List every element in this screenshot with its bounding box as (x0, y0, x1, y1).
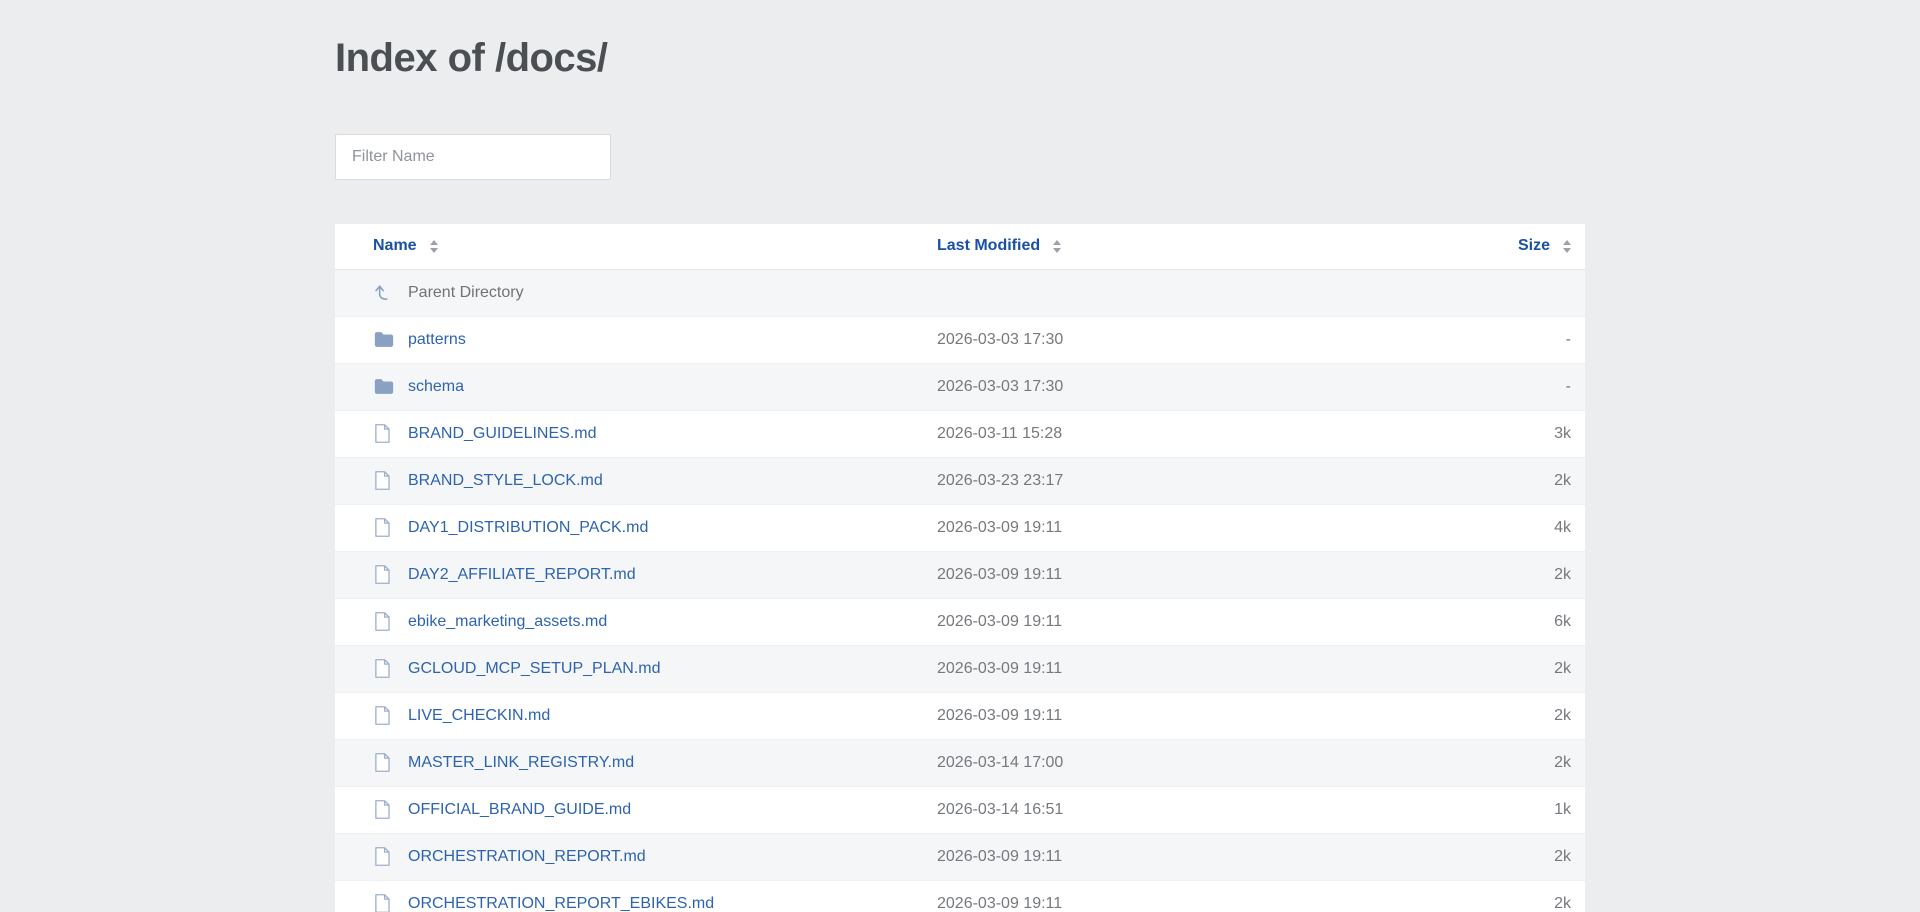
filter-row (335, 134, 1585, 180)
modified-date: 2026-03-23 23:17 (937, 457, 1407, 504)
column-header-size-label: Size (1518, 237, 1550, 255)
content-container: Index of /docs/ Name (335, 0, 1585, 912)
modified-date: 2026-03-09 19:11 (937, 645, 1407, 692)
filter-name-input[interactable] (335, 134, 611, 180)
file-link[interactable]: ORCHESTRATION_REPORT_EBIKES.md (408, 895, 714, 912)
column-header-last-modified[interactable]: Last Modified (937, 224, 1407, 269)
modified-date: 2026-03-14 16:51 (937, 786, 1407, 833)
file-size: 2k (1407, 880, 1585, 912)
sort-icon (430, 240, 438, 253)
table-row: DAY2_AFFILIATE_REPORT.md 2026-03-09 19:1… (335, 551, 1585, 598)
file-table: Name Last Modified Siz (335, 224, 1585, 912)
modified-date: 2026-03-11 15:28 (937, 410, 1407, 457)
file-link[interactable]: MASTER_LINK_REGISTRY.md (408, 754, 634, 772)
parent-directory-row[interactable]: Parent Directory (335, 269, 1585, 316)
folder-icon (373, 377, 397, 396)
file-icon (373, 658, 397, 679)
file-icon (373, 564, 397, 585)
file-size: 2k (1407, 692, 1585, 739)
file-size: 3k (1407, 410, 1585, 457)
file-size: 4k (1407, 504, 1585, 551)
table-row: BRAND_STYLE_LOCK.md 2026-03-23 23:17 2k (335, 457, 1585, 504)
file-link[interactable]: BRAND_STYLE_LOCK.md (408, 472, 603, 490)
page-title: Index of /docs/ (335, 34, 1585, 82)
parent-directory-label: Parent Directory (408, 284, 524, 302)
file-link[interactable]: LIVE_CHECKIN.md (408, 707, 550, 725)
modified-date: 2026-03-09 19:11 (937, 692, 1407, 739)
modified-date: 2026-03-09 19:11 (937, 504, 1407, 551)
table-row: LIVE_CHECKIN.md 2026-03-09 19:11 2k (335, 692, 1585, 739)
directory-index-page: Index of /docs/ Name (0, 0, 1920, 912)
sort-icon (1053, 240, 1061, 253)
file-size: 6k (1407, 598, 1585, 645)
table-row: ORCHESTRATION_REPORT.md 2026-03-09 19:11… (335, 833, 1585, 880)
modified-date: 2026-03-14 17:00 (937, 739, 1407, 786)
file-size: 2k (1407, 739, 1585, 786)
file-table-container: Name Last Modified Siz (335, 224, 1585, 912)
modified-date: 2026-03-09 19:11 (937, 598, 1407, 645)
table-row: ORCHESTRATION_REPORT_EBIKES.md 2026-03-0… (335, 880, 1585, 912)
table-row: GCLOUD_MCP_SETUP_PLAN.md 2026-03-09 19:1… (335, 645, 1585, 692)
table-header-row: Name Last Modified Siz (335, 224, 1585, 269)
modified-date: 2026-03-09 19:11 (937, 551, 1407, 598)
level-up-icon (373, 283, 397, 302)
file-icon (373, 799, 397, 820)
file-icon (373, 611, 397, 632)
folder-icon (373, 330, 397, 349)
column-header-name-label: Name (373, 237, 417, 255)
file-link[interactable]: DAY2_AFFILIATE_REPORT.md (408, 566, 636, 584)
modified-date: 2026-03-03 17:30 (937, 363, 1407, 410)
file-link[interactable]: ORCHESTRATION_REPORT.md (408, 848, 646, 866)
file-icon (373, 517, 397, 538)
table-row: OFFICIAL_BRAND_GUIDE.md 2026-03-14 16:51… (335, 786, 1585, 833)
file-link[interactable]: patterns (408, 331, 466, 349)
file-size (1407, 269, 1585, 316)
file-icon (373, 893, 397, 912)
table-row: MASTER_LINK_REGISTRY.md 2026-03-14 17:00… (335, 739, 1585, 786)
table-row: ebike_marketing_assets.md 2026-03-09 19:… (335, 598, 1585, 645)
file-size: 2k (1407, 645, 1585, 692)
table-row: schema 2026-03-03 17:30 - (335, 363, 1585, 410)
modified-date: 2026-03-03 17:30 (937, 316, 1407, 363)
modified-date: 2026-03-09 19:11 (937, 833, 1407, 880)
file-icon (373, 752, 397, 773)
file-size: 2k (1407, 551, 1585, 598)
file-list: Parent Directory (335, 269, 1585, 912)
column-header-last-modified-label: Last Modified (937, 237, 1040, 255)
file-link[interactable]: ebike_marketing_assets.md (408, 613, 607, 631)
file-link[interactable]: GCLOUD_MCP_SETUP_PLAN.md (408, 660, 661, 678)
file-size: 2k (1407, 457, 1585, 504)
table-row: DAY1_DISTRIBUTION_PACK.md 2026-03-09 19:… (335, 504, 1585, 551)
file-link[interactable]: DAY1_DISTRIBUTION_PACK.md (408, 519, 648, 537)
file-icon (373, 705, 397, 726)
file-size: 2k (1407, 833, 1585, 880)
file-link[interactable]: OFFICIAL_BRAND_GUIDE.md (408, 801, 631, 819)
file-icon (373, 846, 397, 867)
file-icon (373, 470, 397, 491)
sort-icon (1563, 240, 1571, 253)
file-link[interactable]: BRAND_GUIDELINES.md (408, 425, 597, 443)
modified-date: 2026-03-09 19:11 (937, 880, 1407, 912)
table-row: patterns 2026-03-03 17:30 - (335, 316, 1585, 363)
modified-date (937, 269, 1407, 316)
file-size: - (1407, 363, 1585, 410)
file-size: 1k (1407, 786, 1585, 833)
file-link[interactable]: schema (408, 378, 464, 396)
column-header-name[interactable]: Name (335, 224, 937, 269)
file-icon (373, 423, 397, 444)
file-size: - (1407, 316, 1585, 363)
column-header-size[interactable]: Size (1407, 224, 1585, 269)
table-row: BRAND_GUIDELINES.md 2026-03-11 15:28 3k (335, 410, 1585, 457)
